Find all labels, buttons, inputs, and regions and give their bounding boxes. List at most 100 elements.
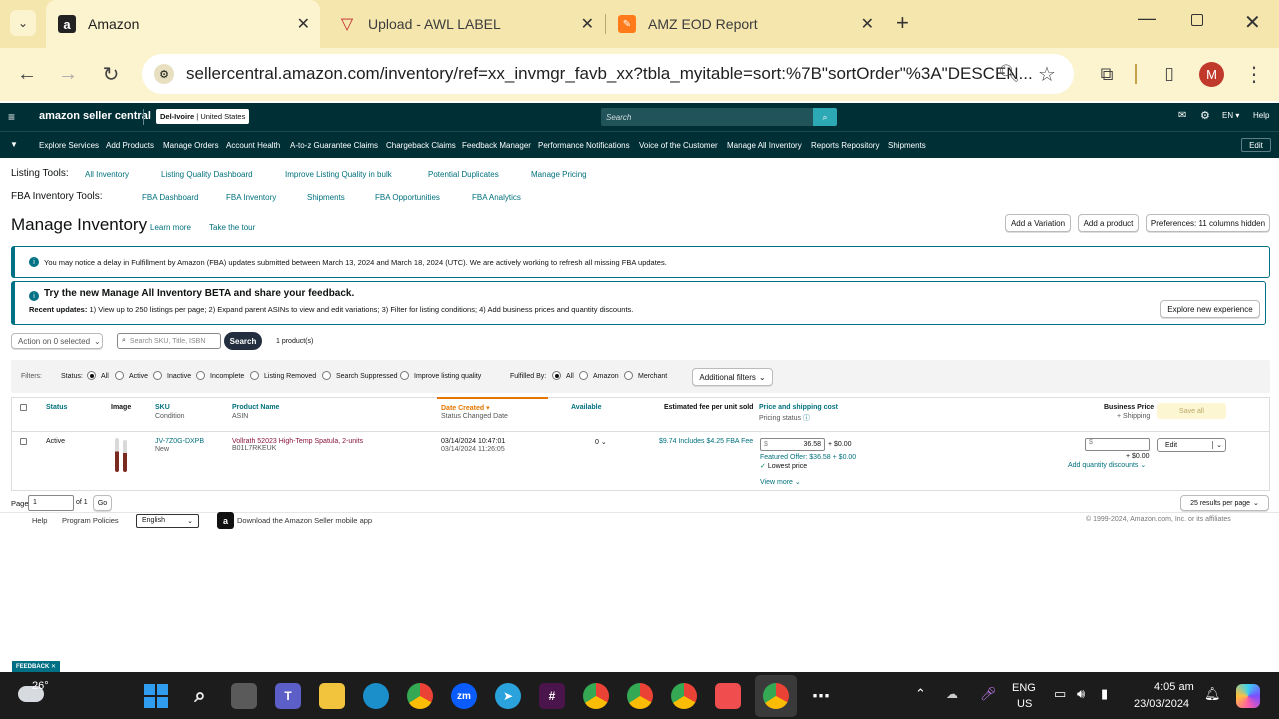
status-incomplete-radio[interactable] — [196, 371, 205, 380]
close-icon[interactable]: ✕ — [581, 14, 594, 34]
menu-dots-icon[interactable]: ⋮ — [1239, 59, 1269, 89]
clock-time[interactable]: 4:05 am — [1154, 681, 1194, 693]
product-image[interactable] — [112, 438, 132, 472]
profile-avatar[interactable]: M — [1199, 62, 1224, 87]
col-available[interactable]: Available — [571, 404, 601, 411]
footer-help-link[interactable]: Help — [32, 516, 47, 525]
minimize-icon[interactable]: — — [1138, 8, 1156, 29]
file-explorer-icon[interactable] — [319, 683, 345, 709]
save-all-button[interactable]: Save all — [1157, 403, 1226, 419]
display-icon[interactable]: ▭ — [1054, 686, 1066, 702]
tray-chevron-icon[interactable]: ⌃ — [915, 686, 926, 702]
sku-search-input[interactable]: ⌕ Search SKU, Title, ISBN — [117, 333, 221, 349]
select-all-checkbox[interactable] — [20, 404, 27, 411]
footer-language-select[interactable]: English ⌄ — [136, 514, 199, 528]
link-all-inventory[interactable]: All Inventory — [85, 170, 129, 179]
add-variation-button[interactable]: Add a Variation — [1005, 214, 1071, 232]
chrome-profile-icon[interactable] — [627, 683, 653, 709]
take-tour-link[interactable]: Take the tour — [209, 223, 255, 232]
chrome-profile-icon[interactable] — [583, 683, 609, 709]
restore-icon[interactable] — [1191, 14, 1203, 26]
volume-icon[interactable]: 🔊︎ — [1077, 686, 1085, 702]
sku-search-button[interactable]: Search — [224, 332, 262, 350]
language-selector[interactable]: EN ▾ — [1222, 111, 1239, 120]
status-active-radio[interactable] — [115, 371, 124, 380]
nav-feedback-manager[interactable]: Feedback Manager — [462, 141, 531, 150]
nav-add-products[interactable]: Add Products — [106, 141, 154, 150]
col-status[interactable]: Status — [46, 404, 67, 411]
page-number-input[interactable]: 1 — [28, 495, 74, 511]
tab-amazon[interactable]: a Amazon ✕ — [46, 0, 320, 48]
business-price-input[interactable]: $ — [1085, 438, 1150, 451]
back-icon[interactable]: ← — [12, 59, 42, 89]
tab-eod-report[interactable]: ✎ AMZ EOD Report ✕ — [606, 0, 884, 48]
status-improve-radio[interactable] — [400, 371, 409, 380]
row-sku[interactable]: JV-7Z0G-DXPB — [155, 438, 204, 445]
price-input[interactable]: $36.58 — [760, 438, 825, 451]
link-listing-quality-dashboard[interactable]: Listing Quality Dashboard — [161, 170, 253, 179]
window-close-icon[interactable]: ✕ — [1244, 10, 1261, 35]
seller-central-logo[interactable]: amazon seller central — [39, 110, 151, 122]
nav-voice-of-customer[interactable]: Voice of the Customer — [639, 141, 718, 150]
battery-icon[interactable]: ▮ — [1101, 686, 1108, 702]
fulfilled-merchant-radio[interactable] — [624, 371, 633, 380]
fulfilled-amazon-radio[interactable] — [579, 371, 588, 380]
task-view-icon[interactable] — [231, 683, 257, 709]
link-fba-inventory[interactable]: FBA Inventory — [226, 193, 276, 202]
nav-edit-button[interactable]: Edit — [1241, 138, 1271, 152]
header-search-button[interactable]: ⌕ — [813, 108, 837, 126]
link-potential-duplicates[interactable]: Potential Duplicates — [428, 170, 499, 179]
zoom-icon[interactable]: 🔍︎ — [994, 59, 1024, 89]
start-icon[interactable] — [144, 684, 168, 708]
teams-icon[interactable]: T — [275, 683, 301, 709]
site-info-icon[interactable]: ⚙ — [154, 64, 174, 84]
nav-explore-services[interactable]: Explore Services — [39, 141, 99, 150]
row-edit-dropdown[interactable]: Edit ⌄ — [1157, 438, 1226, 452]
row-fee[interactable]: $9.74 Includes $4.25 FBA Fee — [659, 438, 753, 445]
link-shipments[interactable]: Shipments — [307, 193, 345, 202]
additional-filters-button[interactable]: Additional filters ⌄ — [692, 368, 773, 386]
edge-icon[interactable] — [363, 683, 389, 709]
bulk-action-dropdown[interactable]: Action on 0 selected ⌄ — [11, 333, 103, 349]
bookmark-icon[interactable]: ▼ — [10, 140, 18, 149]
tab-awl-label[interactable]: ▽ Upload - AWL LABEL ✕ — [326, 0, 604, 48]
bookmark-star-icon[interactable]: ☆ — [1032, 59, 1062, 89]
explore-new-experience-button[interactable]: Explore new experience — [1160, 300, 1260, 318]
app-icon[interactable] — [715, 683, 741, 709]
address-bar[interactable]: sellercentral.amazon.com/inventory/ref=x… — [142, 54, 1074, 94]
chrome-icon[interactable] — [407, 683, 433, 709]
footer-policies-link[interactable]: Program Policies — [62, 516, 119, 525]
extensions-icon[interactable]: ⧉ — [1092, 59, 1122, 89]
col-product-name[interactable]: Product Name — [232, 404, 279, 411]
close-icon[interactable]: ✕ — [861, 14, 874, 34]
nav-manage-orders[interactable]: Manage Orders — [163, 141, 219, 150]
side-panel-icon[interactable]: ▯ — [1154, 59, 1184, 89]
more-apps-icon[interactable]: ⋯ — [808, 683, 834, 709]
nav-reports-repository[interactable]: Reports Repository — [811, 141, 879, 150]
search-icon[interactable]: ⌕ — [187, 683, 213, 709]
results-per-page-dropdown[interactable]: 25 results per page ⌄ — [1180, 495, 1269, 511]
nav-shipments[interactable]: Shipments — [888, 141, 926, 150]
status-inactive-radio[interactable] — [153, 371, 162, 380]
link-manage-pricing[interactable]: Manage Pricing — [531, 170, 587, 179]
slack-icon[interactable]: # — [539, 683, 565, 709]
telegram-icon[interactable]: ➤ — [495, 683, 521, 709]
store-selector[interactable]: Del-Ivoire | United States — [156, 109, 250, 124]
status-all-radio[interactable] — [87, 371, 96, 380]
row-checkbox[interactable] — [20, 438, 27, 445]
link-fba-dashboard[interactable]: FBA Dashboard — [142, 193, 198, 202]
help-link[interactable]: Help — [1253, 111, 1269, 120]
mic-icon[interactable]: 🎤︎ — [980, 686, 997, 702]
download-app-link[interactable]: Download the Amazon Seller mobile app — [237, 516, 372, 525]
add-quantity-discounts-link[interactable]: Add quantity discounts ⌄ — [1068, 461, 1146, 469]
preferences-button[interactable]: Preferences: 11 columns hidden — [1146, 214, 1270, 232]
nav-chargeback-claims[interactable]: Chargeback Claims — [386, 141, 456, 150]
status-suppressed-radio[interactable] — [322, 371, 331, 380]
link-improve-listing-quality[interactable]: Improve Listing Quality in bulk — [285, 170, 392, 179]
forward-icon[interactable]: → — [53, 59, 83, 89]
network-icon[interactable]: ☁ — [946, 687, 958, 701]
learn-more-link[interactable]: Learn more — [150, 223, 191, 232]
tab-search-button[interactable]: ⌄ — [10, 10, 36, 36]
reload-icon[interactable]: ↻ — [96, 59, 126, 89]
input-lang[interactable]: ENG — [1012, 682, 1036, 694]
